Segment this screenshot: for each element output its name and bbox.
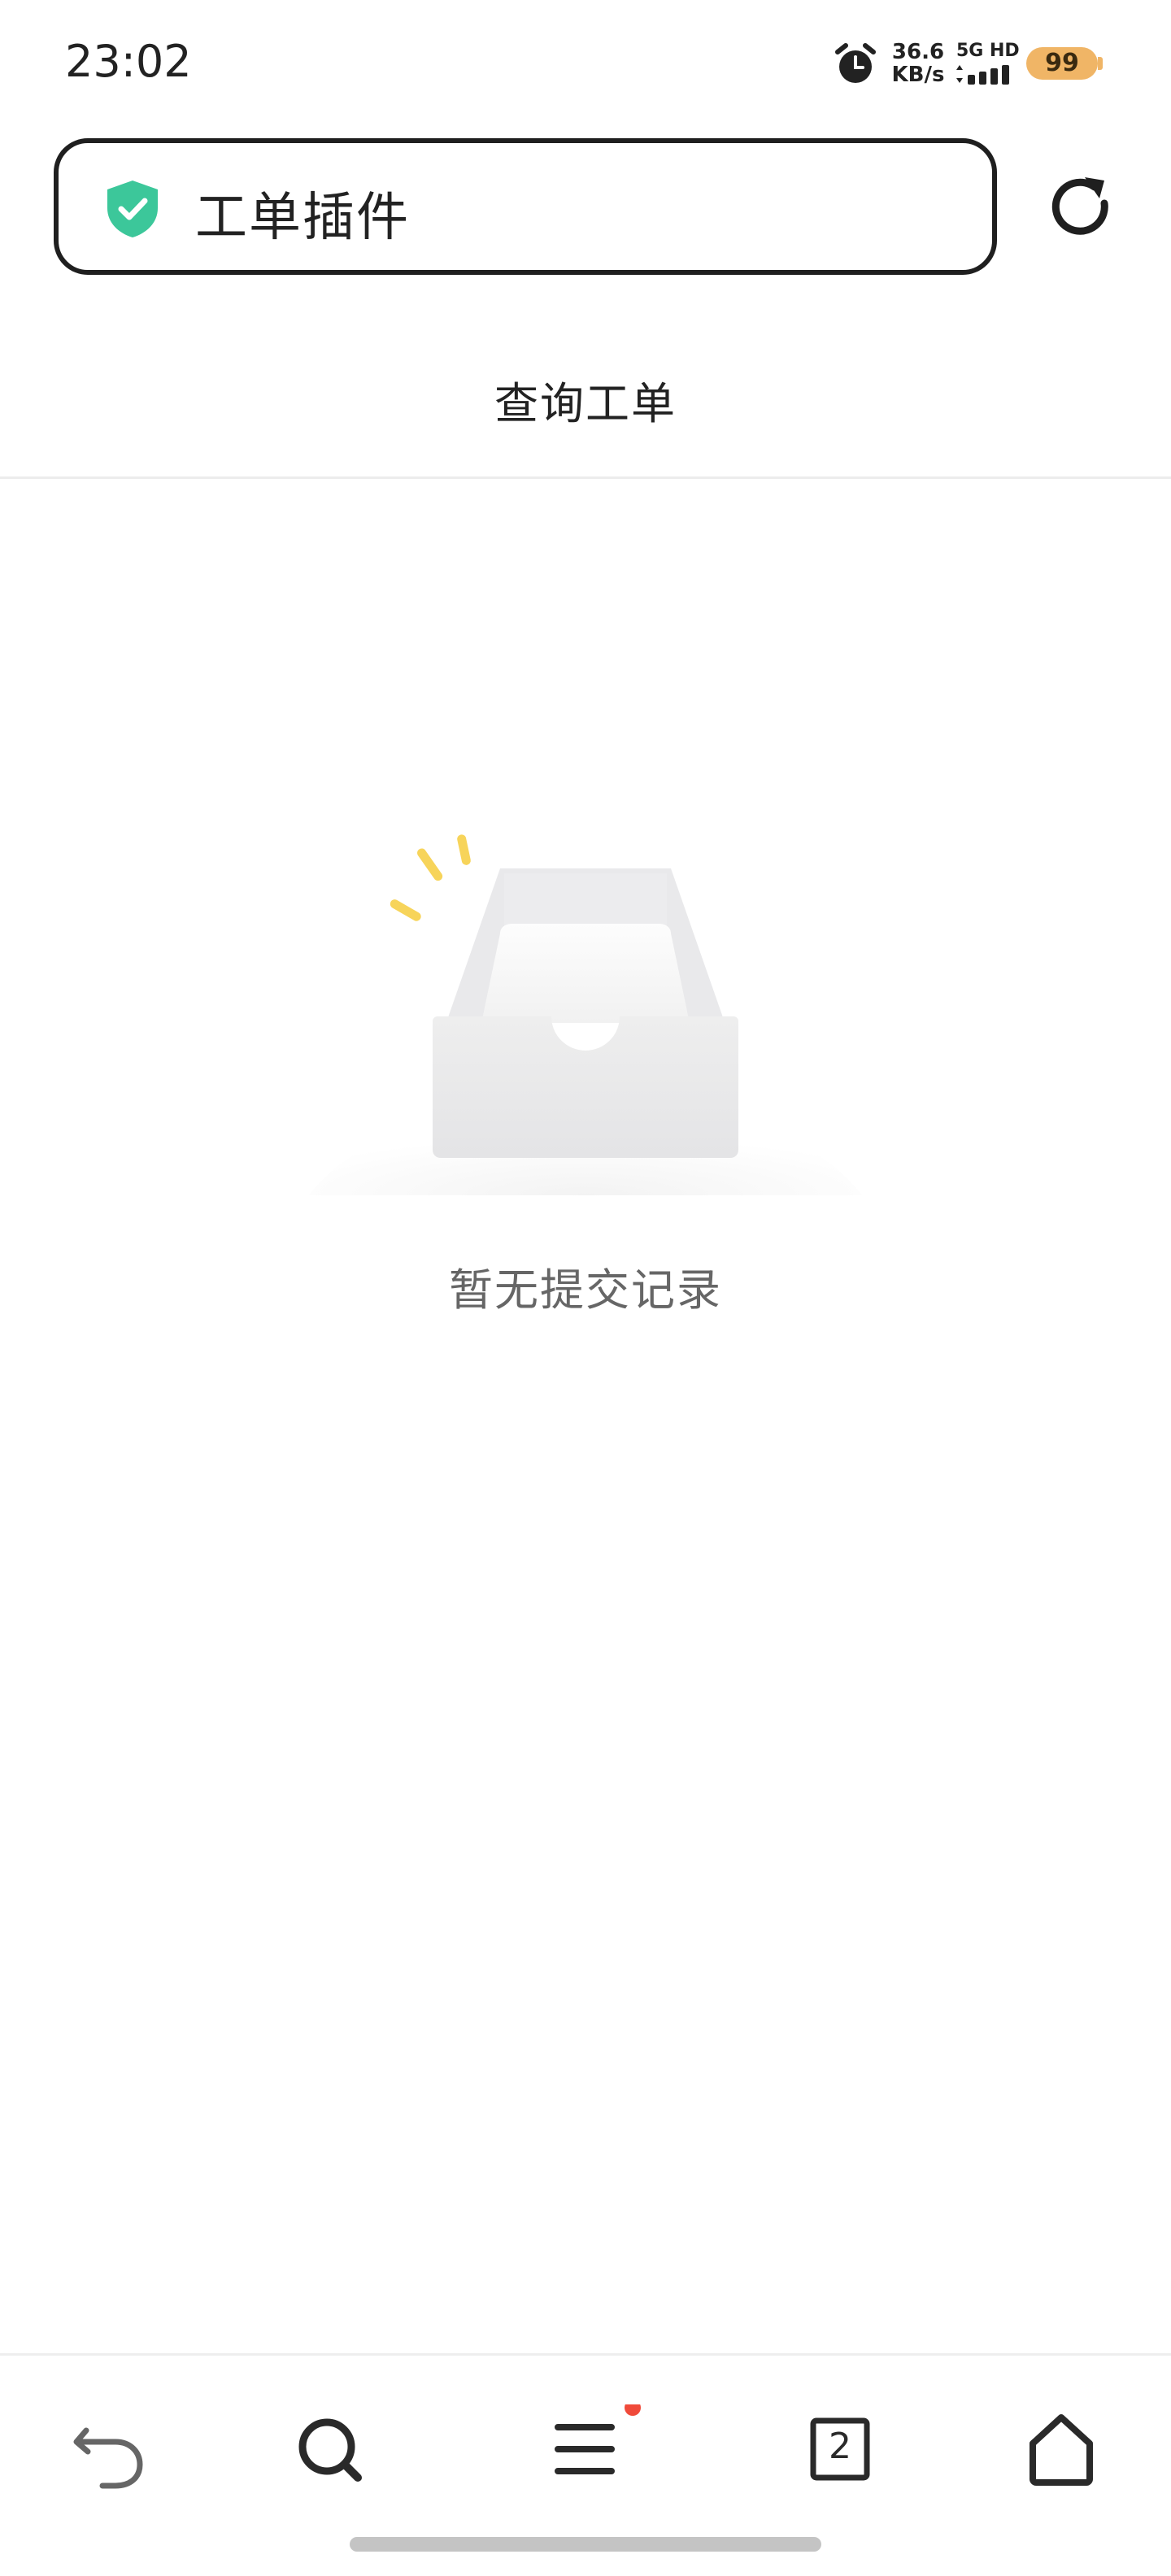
sparkle-2 xyxy=(417,848,443,881)
empty-tray-illustration xyxy=(309,834,862,1195)
menu-badge xyxy=(625,2404,641,2416)
refresh-icon[interactable] xyxy=(1044,171,1117,244)
battery-tip xyxy=(1098,57,1103,70)
page: 23:02 36.6 KB/s 5G HD 99 工单插件 查询工单 暂无提交记… xyxy=(0,0,1171,2576)
menu-icon[interactable] xyxy=(540,2404,654,2494)
page-title: 查询工单 xyxy=(494,378,677,429)
network-type: 5G HD xyxy=(956,41,1020,61)
tabs-button[interactable]: 2 xyxy=(795,2404,885,2494)
home-icon[interactable] xyxy=(1016,2404,1106,2494)
status-time: 23:02 xyxy=(65,36,192,87)
status-bar: 23:02 36.6 KB/s 5G HD 99 xyxy=(0,0,1171,130)
battery-icon: 99 xyxy=(1026,47,1098,80)
home-indicator[interactable] xyxy=(350,2537,821,2552)
tabs-count: 2 xyxy=(829,2426,851,2467)
alarm-icon xyxy=(835,43,876,83)
back-icon[interactable] xyxy=(65,2404,155,2494)
search-icon[interactable] xyxy=(285,2404,374,2494)
header-divider xyxy=(0,476,1171,479)
sparkle-3 xyxy=(457,834,471,865)
signal-icon xyxy=(956,65,1009,85)
empty-state-message: 暂无提交记录 xyxy=(449,1264,722,1316)
net-speed: 36.6 KB/s xyxy=(890,41,947,86)
address-bar[interactable]: 工单插件 xyxy=(54,138,997,275)
shield-check-icon xyxy=(107,181,158,237)
sparkle-1 xyxy=(390,899,421,921)
address-title: 工单插件 xyxy=(195,188,410,248)
net-speed-value: 36.6 xyxy=(891,40,945,64)
net-speed-unit: KB/s xyxy=(891,63,945,87)
